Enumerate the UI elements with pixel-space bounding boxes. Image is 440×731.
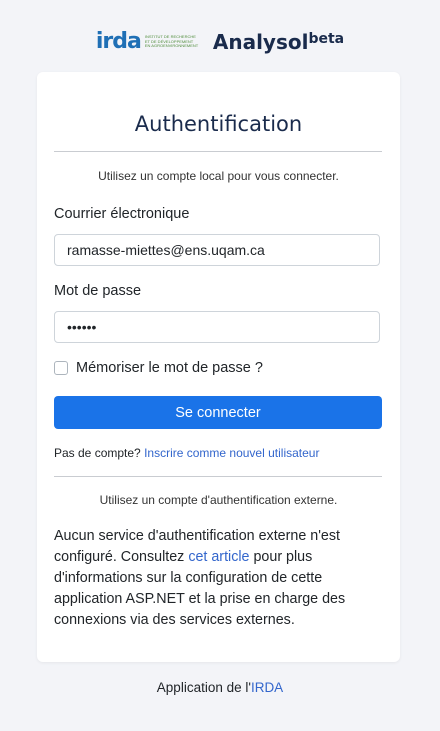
remember-me-checkbox[interactable] — [54, 361, 68, 375]
remember-me-label[interactable]: Mémoriser le mot de passe ? — [76, 360, 263, 376]
register-link[interactable]: Inscrire comme nouvel utilisateur — [144, 446, 319, 460]
brand-text: Analysol — [212, 30, 309, 54]
external-auth-info: Aucun service d'authentification externe… — [54, 526, 384, 631]
external-account-subtitle: Utilisez un compte d'authentification ex… — [99, 493, 338, 507]
article-link[interactable]: cet article — [188, 549, 249, 565]
footer-text: Application de l' — [156, 680, 251, 695]
local-account-subtitle: Utilisez un compte local pour vous conne… — [98, 169, 339, 183]
login-button[interactable]: Se connecter — [54, 396, 382, 429]
login-card: Authentification Utilisez un compte loca… — [37, 72, 400, 662]
irda-link[interactable]: IRDA — [251, 680, 283, 695]
app-header: irda Institut de recherche et de dévelop… — [0, 22, 440, 62]
remember-me-row[interactable]: Mémoriser le mot de passe ? — [54, 360, 263, 376]
no-account-text: Pas de compte? — [54, 446, 145, 460]
password-label: Mot de passe — [54, 283, 142, 299]
irda-logo-tagline: Institut de recherche et de développemen… — [145, 35, 201, 49]
page-footer: Application de l'IRDA — [0, 680, 440, 695]
section-divider — [54, 476, 382, 477]
page-title: Authentification — [134, 112, 303, 136]
title-divider — [54, 151, 382, 152]
register-prompt: Pas de compte? Inscrire comme nouvel uti… — [54, 446, 319, 460]
email-field[interactable] — [54, 234, 380, 266]
irda-logo: irda Institut de recherche et de dévelop… — [96, 31, 201, 53]
irda-logo-wordmark: irda — [95, 29, 142, 54]
brand-beta-badge: beta — [308, 31, 345, 47]
email-label: Courrier électronique — [54, 206, 190, 222]
irda-logo-tagline-line: en agroenvironnement — [144, 43, 199, 49]
password-field[interactable] — [54, 311, 380, 343]
app-brand-name: Analysolbeta — [213, 30, 344, 54]
